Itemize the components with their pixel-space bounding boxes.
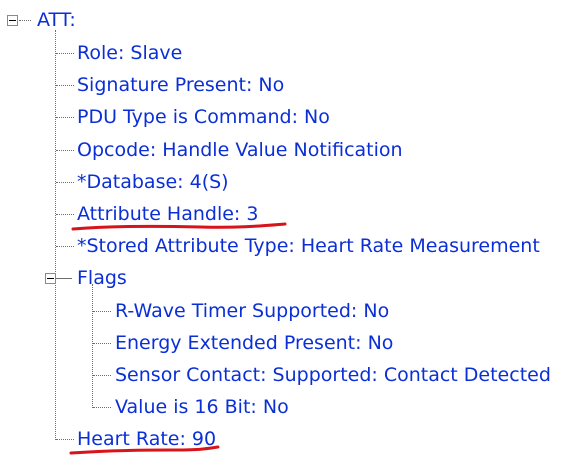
tree-branch bbox=[56, 246, 74, 247]
tree-node-att[interactable]: ATT: bbox=[37, 8, 76, 32]
tree-branch bbox=[93, 343, 111, 344]
tree-line-flags bbox=[92, 284, 93, 408]
tree-node-database[interactable]: *Database: 4(S) bbox=[77, 170, 229, 194]
tree-branch bbox=[56, 85, 74, 86]
tree-branch bbox=[19, 20, 31, 21]
tree-node-value-16-bit[interactable]: Value is 16 Bit: No bbox=[115, 395, 289, 419]
collapse-toggle-icon[interactable] bbox=[45, 273, 56, 284]
tree-node-opcode[interactable]: Opcode: Handle Value Notification bbox=[77, 138, 403, 162]
tree-node-signature-present[interactable]: Signature Present: No bbox=[77, 73, 284, 97]
protocol-tree: ATT: Role: Slave Signature Present: No P… bbox=[0, 0, 570, 464]
tree-node-r-wave-timer[interactable]: R-Wave Timer Supported: No bbox=[115, 299, 389, 323]
tree-node-heart-rate[interactable]: Heart Rate: 90 bbox=[77, 427, 216, 451]
tree-node-energy-extended[interactable]: Energy Extended Present: No bbox=[115, 331, 393, 355]
tree-branch bbox=[57, 278, 71, 279]
tree-branch bbox=[56, 214, 74, 215]
tree-node-pdu-type[interactable]: PDU Type is Command: No bbox=[77, 105, 330, 129]
collapse-toggle-icon[interactable] bbox=[7, 15, 18, 26]
tree-branch bbox=[56, 53, 74, 54]
tree-branch bbox=[56, 182, 74, 183]
tree-branch bbox=[56, 439, 74, 440]
tree-node-role[interactable]: Role: Slave bbox=[77, 41, 182, 65]
tree-branch bbox=[56, 150, 74, 151]
tree-node-attribute-handle[interactable]: Attribute Handle: 3 bbox=[77, 202, 258, 226]
tree-node-flags[interactable]: Flags bbox=[77, 266, 127, 290]
tree-branch bbox=[56, 117, 74, 118]
tree-branch bbox=[93, 311, 111, 312]
tree-node-sensor-contact[interactable]: Sensor Contact: Supported: Contact Detec… bbox=[115, 363, 551, 387]
tree-branch bbox=[93, 407, 111, 408]
tree-line-root bbox=[55, 30, 56, 440]
tree-node-stored-attribute-type[interactable]: *Stored Attribute Type: Heart Rate Measu… bbox=[77, 234, 540, 258]
tree-branch bbox=[93, 375, 111, 376]
